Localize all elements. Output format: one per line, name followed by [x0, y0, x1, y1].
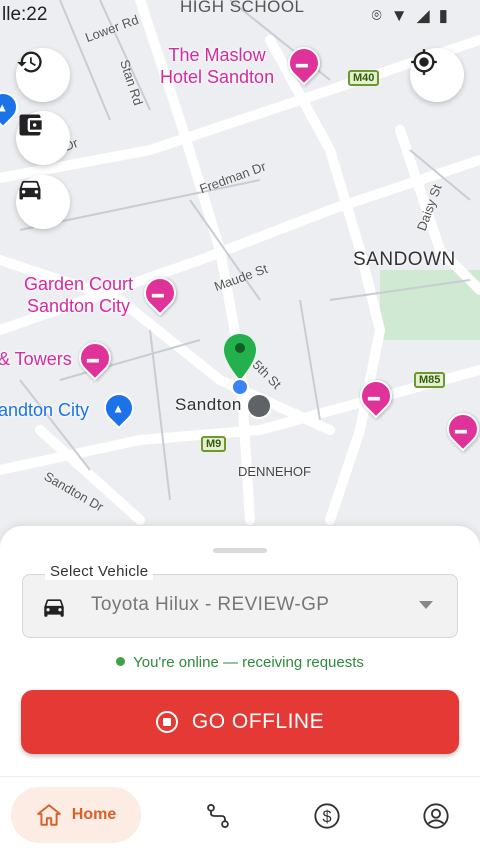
- signal-icon: ◢: [416, 6, 430, 25]
- nav-home-label: Home: [71, 806, 117, 823]
- status-time: lle:22: [2, 4, 48, 25]
- bottom-nav: Home $: [0, 776, 480, 854]
- poi-label: andton City: [0, 400, 90, 420]
- gps-dot-icon: [231, 378, 249, 396]
- area-label: DENNEHOF: [238, 464, 311, 479]
- highway-shield: M85: [414, 372, 446, 388]
- stop-icon: [155, 711, 178, 733]
- current-location-pin-icon: [224, 334, 256, 380]
- sheet-drag-handle[interactable]: [213, 548, 267, 553]
- poi-label: The Maslow Hotel Sandton: [160, 45, 275, 87]
- nav-tab-profile[interactable]: [421, 801, 451, 831]
- map-view[interactable]: The Maslow Hotel Sandton ▬ Garden Court …: [0, 0, 480, 560]
- svg-text:$: $: [322, 808, 331, 826]
- nav-tab-trips[interactable]: [203, 801, 233, 831]
- poi-towers[interactable]: & Towers: [0, 348, 72, 370]
- location-icon: ⌾: [371, 6, 382, 25]
- vehicle-select-value: Toyota Hilux - REVIEW-GP: [91, 594, 330, 615]
- go-offline-button[interactable]: GO OFFLINE: [21, 690, 459, 754]
- history-button[interactable]: [16, 48, 70, 102]
- status-bar: lle:22 HIGH SCHOOL ⌾ ▼ ◢ ▮: [0, 0, 480, 30]
- poi-label: & Towers: [0, 349, 72, 369]
- profile-icon: [423, 803, 449, 829]
- battery-icon: ▮: [438, 6, 448, 25]
- route-icon: [207, 803, 229, 829]
- bottom-sheet: Select Vehicle Toyota Hilux - REVIEW-GP …: [0, 526, 480, 776]
- transit-station-icon[interactable]: [246, 393, 272, 419]
- wallet-button[interactable]: [16, 111, 70, 165]
- highway-shield: M40: [348, 70, 380, 86]
- go-offline-label: GO OFFLINE: [191, 710, 325, 733]
- history-icon: [17, 51, 42, 73]
- poi-maslow-hotel[interactable]: The Maslow Hotel Sandton: [160, 44, 274, 88]
- area-label: SANDOWN: [353, 249, 456, 270]
- nav-tab-earnings[interactable]: $: [312, 801, 342, 831]
- poi-garden-court[interactable]: Garden Court Sandton City: [24, 273, 133, 317]
- crosshair-icon: [411, 49, 437, 75]
- wallet-icon: [19, 114, 42, 136]
- map-top-label: HIGH SCHOOL: [180, 0, 305, 16]
- vehicle-select-label: Select Vehicle: [45, 563, 154, 580]
- my-location-button[interactable]: [410, 48, 464, 102]
- status-icons: ⌾ ▼ ◢ ▮: [372, 6, 448, 26]
- online-dot-icon: [116, 657, 126, 666]
- dropdown-arrow-icon: [419, 601, 433, 609]
- online-status-text: You're online — receiving requests: [133, 654, 364, 671]
- wifi-icon: ▼: [390, 6, 408, 25]
- vehicle-button[interactable]: [16, 175, 70, 229]
- nav-tab-home[interactable]: Home: [11, 787, 141, 843]
- poi-sandton-city[interactable]: andton City: [0, 400, 89, 421]
- poi-label: Garden Court Sandton City: [24, 274, 134, 316]
- car-icon: [44, 599, 64, 617]
- car-icon: [19, 180, 41, 200]
- vehicle-select[interactable]: Select Vehicle Toyota Hilux - REVIEW-GP: [22, 563, 458, 638]
- dollar-icon: $: [314, 803, 340, 829]
- area-label: Sandton: [175, 395, 242, 414]
- highway-shield: M9: [201, 436, 227, 452]
- online-status: You're online — receiving requests: [0, 654, 480, 671]
- home-icon: [36, 804, 61, 826]
